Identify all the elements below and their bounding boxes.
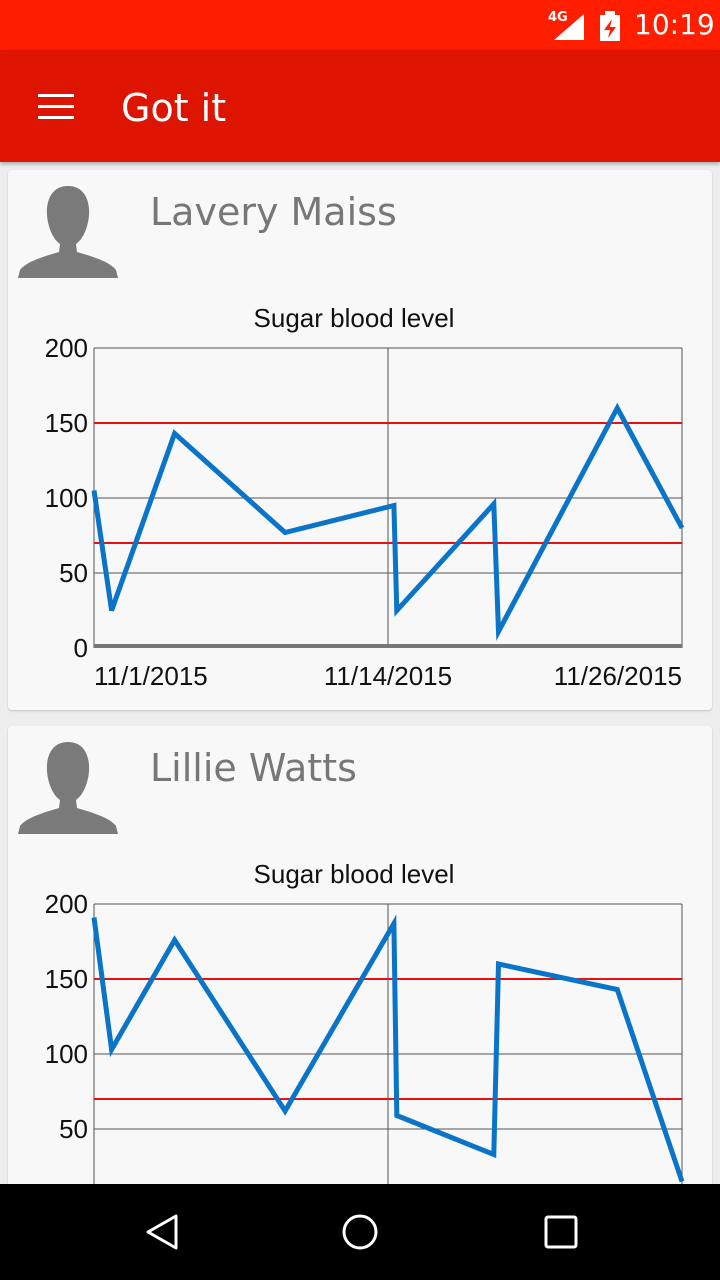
navigation-bar (0, 1184, 720, 1280)
menu-icon[interactable] (38, 94, 74, 120)
app-bar: Got it (0, 50, 720, 162)
back-icon[interactable] (142, 1212, 182, 1252)
y-tick-label: 200 (45, 333, 88, 363)
blood-sugar-chart: Sugar blood level 50 100 150 200 (45, 859, 685, 1184)
y-tick-label: 150 (45, 964, 88, 994)
chart-title: Sugar blood level (254, 303, 455, 333)
recents-icon[interactable] (541, 1212, 581, 1252)
clock: 10:19 (634, 8, 715, 41)
chart-title: Sugar blood level (254, 859, 455, 889)
blood-sugar-chart: Sugar blood level 0 50 100 150 200 11/1/2015 11… (45, 303, 685, 691)
x-tick-label: 11/14/2015 (324, 661, 452, 691)
app-title: Got it (121, 86, 227, 130)
y-tick-label: 50 (59, 1114, 88, 1144)
patient-card[interactable]: Lavery Maiss Sugar blood level 0 50 100 150 2… (8, 170, 712, 710)
y-tick-label: 0 (74, 633, 88, 663)
battery-charging-icon (600, 11, 620, 41)
y-tick-label: 200 (45, 889, 88, 919)
signal-icon (554, 14, 584, 40)
patient-list[interactable]: Lavery Maiss Sugar blood level 0 50 100 150 2… (0, 162, 720, 1184)
x-tick-label: 11/1/2015 (94, 661, 208, 691)
home-icon[interactable] (340, 1212, 380, 1252)
y-tick-label: 100 (45, 483, 88, 513)
y-tick-label: 50 (59, 558, 88, 588)
status-bar: 4G 10:19 (0, 0, 720, 50)
y-tick-label: 100 (45, 1039, 88, 1069)
patient-card[interactable]: Lillie Watts Sugar blood level 50 100 150 20… (8, 726, 712, 1184)
x-tick-label: 11/26/2015 (554, 661, 682, 691)
y-tick-label: 150 (45, 408, 88, 438)
